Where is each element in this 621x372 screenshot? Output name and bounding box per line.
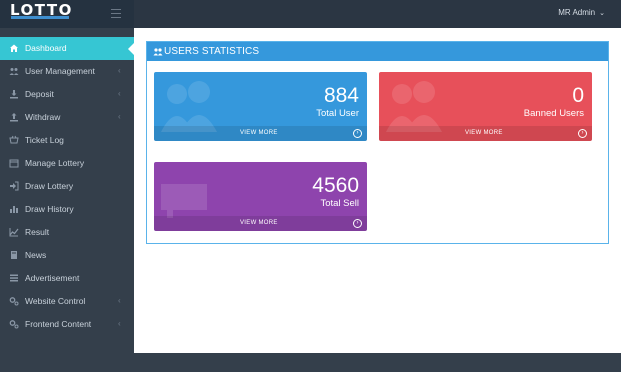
stat-value: 884 bbox=[323, 84, 359, 107]
sidebar-item-ticket-log[interactable]: Ticket Log bbox=[0, 129, 134, 152]
users-icon bbox=[9, 66, 19, 76]
sidebar-item-label: Frontend Content bbox=[25, 319, 92, 329]
sidebar-item-label: Advertisement bbox=[25, 273, 80, 283]
basket-icon bbox=[9, 135, 19, 145]
arrow-circle-right-icon: › bbox=[578, 129, 587, 138]
chevron-left-icon: ‹ bbox=[118, 112, 121, 121]
view-more-link[interactable]: VIEW MORE › bbox=[379, 126, 592, 141]
download-icon bbox=[9, 89, 19, 99]
view-more-label: VIEW MORE bbox=[240, 220, 278, 226]
view-more-link[interactable]: VIEW MORE › bbox=[154, 126, 367, 141]
cogs-icon bbox=[9, 319, 19, 329]
home-icon bbox=[9, 43, 19, 53]
page-footer bbox=[134, 353, 621, 372]
chevron-left-icon: ‹ bbox=[118, 296, 121, 305]
sidebar-item-label: Ticket Log bbox=[25, 135, 64, 145]
sidebar-item-user-management[interactable]: User Management ‹ bbox=[0, 60, 134, 83]
sidebar-item-draw-history[interactable]: Draw History bbox=[0, 198, 134, 221]
stat-value: 0 bbox=[572, 84, 584, 107]
sidebar: Dashboard User Management ‹ Deposit ‹ Wi… bbox=[0, 28, 134, 372]
sidebar-item-label: Deposit bbox=[25, 89, 54, 99]
cogs-icon bbox=[9, 296, 19, 306]
top-header: LOTTO MR Admin ⌄ bbox=[0, 0, 621, 28]
sidebar-item-label: Dashboard bbox=[25, 43, 67, 53]
sidebar-item-draw-lottery[interactable]: Draw Lottery bbox=[0, 175, 134, 198]
sidebar-item-advertisement[interactable]: Advertisement bbox=[0, 267, 134, 290]
logo-underline bbox=[11, 16, 69, 19]
desktop-icon bbox=[161, 184, 207, 218]
sidebar-item-label: Website Control bbox=[25, 296, 86, 306]
user-menu[interactable]: MR Admin ⌄ bbox=[558, 8, 605, 17]
stat-card-banned-users: 0 Banned Users VIEW MORE › bbox=[379, 72, 592, 141]
sidebar-item-result[interactable]: Result bbox=[0, 221, 134, 244]
sidebar-item-frontend-content[interactable]: Frontend Content ‹ bbox=[0, 313, 134, 336]
chevron-down-icon: ⌄ bbox=[599, 10, 605, 17]
sidebar-item-dashboard[interactable]: Dashboard bbox=[0, 37, 134, 60]
stat-label: Banned Users bbox=[523, 108, 584, 119]
view-more-label: VIEW MORE bbox=[240, 130, 278, 136]
sign-in-icon bbox=[9, 181, 19, 191]
upload-icon bbox=[9, 112, 19, 122]
chevron-left-icon: ‹ bbox=[118, 89, 121, 98]
sidebar-item-label: Manage Lottery bbox=[25, 158, 85, 168]
stat-value: 4560 bbox=[312, 174, 359, 197]
sidebar-item-website-control[interactable]: Website Control ‹ bbox=[0, 290, 134, 313]
book-icon bbox=[9, 250, 19, 260]
panel-header: USERS STATISTICS bbox=[147, 42, 608, 61]
sidebar-item-news[interactable]: News bbox=[0, 244, 134, 267]
sidebar-item-manage-lottery[interactable]: Manage Lottery bbox=[0, 152, 134, 175]
sidebar-item-withdraw[interactable]: Withdraw ‹ bbox=[0, 106, 134, 129]
menu-toggle-icon[interactable] bbox=[111, 9, 121, 18]
arrow-circle-right-icon: › bbox=[353, 219, 362, 228]
users-icon bbox=[153, 47, 163, 58]
chevron-left-icon: ‹ bbox=[118, 66, 121, 75]
view-more-label: VIEW MORE bbox=[465, 130, 503, 136]
stat-card-total-sell: 4560 Total Sell VIEW MORE › bbox=[154, 162, 367, 231]
sidebar-item-label: News bbox=[25, 250, 47, 260]
sidebar-item-label: User Management bbox=[25, 66, 95, 76]
chart-icon bbox=[9, 204, 19, 214]
user-name: MR Admin bbox=[558, 8, 596, 17]
sidebar-item-label: Draw History bbox=[25, 204, 74, 214]
line-chart-icon bbox=[9, 227, 19, 237]
sidebar-item-label: Draw Lottery bbox=[25, 181, 74, 191]
stat-card-total-user: 884 Total User VIEW MORE › bbox=[154, 72, 367, 141]
main-content: USERS STATISTICS 884 Total User VIEW MOR… bbox=[134, 28, 621, 353]
arrow-circle-right-icon: › bbox=[353, 129, 362, 138]
list-icon bbox=[9, 273, 19, 283]
chevron-left-icon: ‹ bbox=[118, 319, 121, 328]
calendar-icon bbox=[9, 158, 19, 168]
panel-title: USERS STATISTICS bbox=[164, 46, 260, 57]
logo-text: LOTTO bbox=[10, 1, 73, 19]
sidebar-item-deposit[interactable]: Deposit ‹ bbox=[0, 83, 134, 106]
stat-label: Total User bbox=[316, 108, 359, 119]
users-icon bbox=[161, 81, 217, 132]
sidebar-item-label: Withdraw bbox=[25, 112, 61, 122]
sidebar-item-label: Result bbox=[25, 227, 50, 237]
view-more-link[interactable]: VIEW MORE › bbox=[154, 216, 367, 231]
stat-label: Total Sell bbox=[320, 198, 359, 209]
users-icon bbox=[386, 81, 442, 132]
